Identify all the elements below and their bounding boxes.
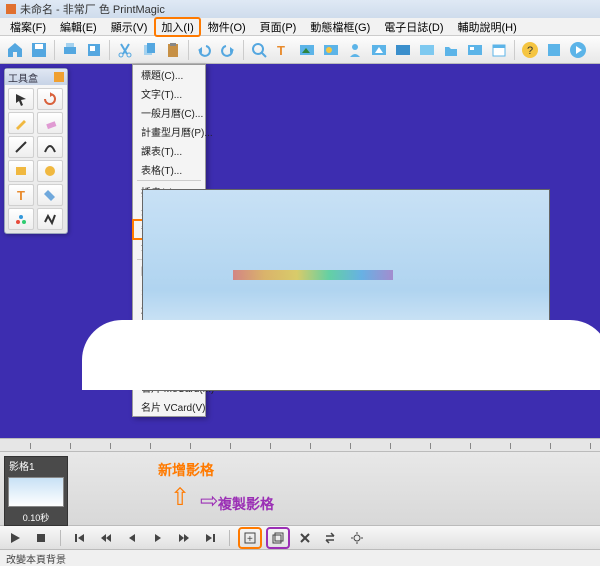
annotation-copy-frame: 複製影格	[218, 494, 274, 514]
tool-circle[interactable]	[37, 160, 63, 182]
user-icon[interactable]	[344, 39, 366, 61]
image4-icon[interactable]	[392, 39, 414, 61]
menu-0[interactable]: 檔案(F)	[4, 18, 52, 36]
frame-strip: 影格1 0.10秒 新增影格 ⇧ ⇨ 複製影格	[0, 452, 600, 526]
settings-icon[interactable]	[543, 39, 565, 61]
add-frame-button[interactable]: +	[240, 529, 260, 547]
pin-icon[interactable]	[54, 72, 64, 82]
menu-1[interactable]: 編輯(E)	[54, 18, 103, 36]
tool-text[interactable]: T	[8, 184, 34, 206]
arrow-right-icon: ⇨	[200, 490, 218, 512]
tool-picker[interactable]	[8, 208, 34, 230]
title-icon[interactable]: T	[272, 39, 294, 61]
cut-icon[interactable]	[114, 39, 136, 61]
menu-8[interactable]: 輔助說明(H)	[452, 18, 523, 36]
frame-label: 影格1	[5, 457, 67, 474]
tool-curve[interactable]	[37, 136, 63, 158]
menu-2[interactable]: 顯示(V)	[105, 18, 154, 36]
svg-text:T: T	[17, 188, 25, 202]
status-text: 改變本頁背景	[6, 555, 66, 566]
svg-text:+: +	[247, 534, 253, 545]
menu-item-20[interactable]: 名片 VCard(V)	[133, 397, 205, 416]
menu-5[interactable]: 頁面(P)	[254, 18, 303, 36]
frame-time: 0.10秒	[5, 510, 67, 525]
next-button[interactable]	[149, 529, 167, 547]
zoom-icon[interactable]	[248, 39, 270, 61]
image3-icon[interactable]	[368, 39, 390, 61]
cloud-graphic	[82, 320, 600, 390]
menu-item-2[interactable]: 一般月曆(C)...	[133, 103, 205, 122]
forward-button[interactable]	[175, 529, 193, 547]
folder-icon[interactable]	[440, 39, 462, 61]
redo-icon[interactable]	[217, 39, 239, 61]
help-icon[interactable]: ?	[519, 39, 541, 61]
tool-select[interactable]	[8, 88, 34, 110]
svg-text:T: T	[277, 43, 285, 58]
home-icon[interactable]	[4, 39, 26, 61]
tool-pencil[interactable]	[8, 112, 34, 134]
copy-frame-button[interactable]	[268, 529, 288, 547]
arrow-up-icon: ⇧	[170, 486, 190, 510]
menu-item-3[interactable]: 計畫型月曆(P)...	[133, 122, 205, 141]
swap-button[interactable]	[322, 529, 340, 547]
statusbar: 改變本頁背景	[0, 550, 600, 566]
menu-6[interactable]: 動態檔框(G)	[304, 18, 376, 36]
frame-item[interactable]: 影格1 0.10秒	[4, 456, 68, 526]
toolbox-header[interactable]: 工具盒	[5, 69, 67, 85]
menubar: 檔案(F)編輯(E)顯示(V)加入(I)物件(O)頁面(P)動態檔框(G)電子日…	[0, 18, 600, 36]
image1-icon[interactable]	[296, 39, 318, 61]
save-icon[interactable]	[28, 39, 50, 61]
tool-line[interactable]	[8, 136, 34, 158]
main-toolbar: T ?	[0, 36, 600, 64]
play-icon[interactable]	[567, 39, 589, 61]
menu-item-0[interactable]: 標題(C)...	[133, 65, 205, 84]
window-titlebar: 未命名 - 非常厂 色 PrintMagic	[0, 0, 600, 18]
annotation-add-frame: 新增影格	[158, 460, 214, 480]
tool-rect[interactable]	[8, 160, 34, 182]
rewind-button[interactable]	[97, 529, 115, 547]
toolbox-panel: 工具盒 T	[4, 68, 68, 234]
menu-item-5[interactable]: 表格(T)...	[133, 160, 205, 179]
tool-polyline[interactable]	[37, 208, 63, 230]
frame-thumb	[8, 477, 64, 507]
toolbox-title: 工具盒	[8, 70, 38, 85]
menu-3[interactable]: 加入(I)	[155, 18, 199, 36]
last-button[interactable]	[201, 529, 219, 547]
tool-eraser[interactable]	[37, 112, 63, 134]
stop-button[interactable]	[32, 529, 50, 547]
tool-fill[interactable]	[37, 184, 63, 206]
svg-text:?: ?	[527, 45, 533, 57]
settings-button[interactable]	[348, 529, 366, 547]
print-icon[interactable]	[59, 39, 81, 61]
menu-4[interactable]: 物件(O)	[202, 18, 252, 36]
menu-7[interactable]: 電子日誌(D)	[378, 18, 449, 36]
timeline-ruler[interactable]	[0, 438, 600, 452]
playback-bar: +	[0, 526, 600, 550]
copy-icon[interactable]	[138, 39, 160, 61]
menu-item-4[interactable]: 課表(T)...	[133, 141, 205, 160]
undo-icon[interactable]	[193, 39, 215, 61]
image2-icon[interactable]	[320, 39, 342, 61]
first-button[interactable]	[71, 529, 89, 547]
tool-rotate[interactable]	[37, 88, 63, 110]
window-title: 未命名 - 非常厂 色 PrintMagic	[20, 1, 165, 17]
canvas[interactable]	[142, 189, 550, 391]
paste-icon[interactable]	[162, 39, 184, 61]
calendar-icon[interactable]	[488, 39, 510, 61]
app-icon	[6, 4, 16, 14]
image5-icon[interactable]	[416, 39, 438, 61]
gallery-icon[interactable]	[464, 39, 486, 61]
print-preview-icon[interactable]	[83, 39, 105, 61]
menu-separator	[137, 180, 201, 181]
workspace: 工具盒 T 標題(C)...文字(T)...一般月曆(C)...計畫型月曆(P)…	[0, 64, 600, 438]
prev-button[interactable]	[123, 529, 141, 547]
play-button[interactable]	[6, 529, 24, 547]
menu-item-1[interactable]: 文字(T)...	[133, 84, 205, 103]
delete-frame-button[interactable]	[296, 529, 314, 547]
